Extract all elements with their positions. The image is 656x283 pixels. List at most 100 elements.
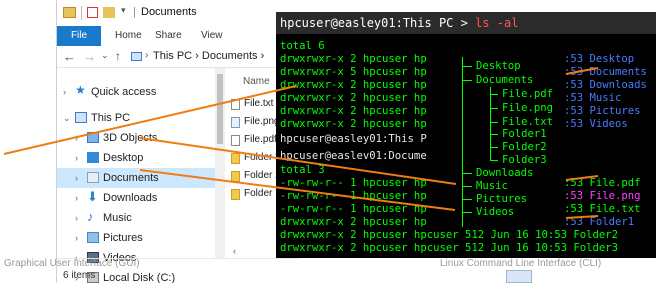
tree-connector: [490, 160, 498, 161]
prompt: hpcuser@easley01:This PC >: [280, 16, 468, 30]
tree-trunk-line: [462, 57, 463, 227]
star-icon: ★: [75, 83, 86, 97]
chevron-right-icon[interactable]: ›: [63, 82, 66, 102]
documents-icon: [87, 172, 99, 183]
nav-3d-objects[interactable]: › 3D Objects: [57, 128, 217, 148]
nav-label: Pictures: [103, 232, 143, 244]
total-line: total 6: [280, 40, 325, 52]
navigation-scrollbar[interactable]: [215, 68, 225, 258]
ls-name-downloads: :53 Downloads: [564, 79, 647, 91]
nav-quick-access[interactable]: › ★ Quick access: [57, 82, 217, 102]
cube-icon: [87, 132, 99, 143]
nav-label: Music: [103, 212, 132, 224]
nav-desktop[interactable]: › Desktop: [57, 148, 217, 168]
chevron-right-icon[interactable]: ›: [75, 128, 78, 148]
ls-row: drwxrwxr-x 5 hpcuser hp: [280, 66, 427, 78]
ls-name-desktop: :53 Desktop: [564, 53, 635, 65]
qat-dropdown-icon[interactable]: ▾: [121, 5, 126, 16]
tree-folder3: Folder3: [500, 154, 549, 167]
ls-name-file-png: :53 File.png: [564, 190, 641, 202]
chevron-right-icon[interactable]: ›: [75, 148, 78, 168]
nav-this-pc[interactable]: ⌄ This PC: [57, 108, 217, 128]
terminal-window: hpcuser@easley01:This PC > ls -al total …: [276, 12, 656, 258]
command: ls -al: [467, 16, 519, 30]
breadcrumb-chevron-icon: ›: [145, 50, 149, 61]
prompt-line: hpcuser@easlev01:Docume: [280, 150, 427, 162]
nav-label: Documents: [103, 172, 159, 184]
pictures-icon: [87, 232, 99, 243]
file-label: File.pdf: [244, 134, 277, 145]
tree-connector: [462, 173, 472, 174]
ls-row: drwxrwxr-x 2 hpcuser hp: [280, 53, 427, 65]
chevron-down-icon[interactable]: ⌄: [63, 108, 71, 128]
item-count: 6 items: [63, 270, 96, 281]
folder-app-icon: [63, 7, 76, 18]
recent-dropdown-icon[interactable]: ⌄: [101, 50, 109, 61]
nav-label: Downloads: [103, 192, 158, 204]
up-arrow-icon[interactable]: ↑: [115, 49, 121, 63]
tree-desktop: Desktop: [474, 60, 523, 73]
nav-documents[interactable]: › Documents: [57, 168, 217, 188]
text-file-icon: [231, 99, 240, 110]
tab-file[interactable]: File: [57, 26, 101, 46]
tree-pictures: Pictures: [474, 193, 530, 206]
scrollbar-thumb[interactable]: [217, 74, 223, 144]
tree-file-png: File.png: [500, 102, 556, 115]
tree-folder1: Folder1: [500, 128, 549, 141]
forward-arrow-icon[interactable]: →: [83, 49, 96, 64]
ls-row: drwxrwxr-x 2 hpcuser hp: [280, 216, 427, 228]
taskbar-thumbnail-icon: [506, 270, 532, 283]
nav-label: This PC: [91, 112, 131, 124]
terminal-prompt-line: hpcuser@easley01:This PC > ls -al: [276, 12, 656, 34]
pc-icon: [75, 112, 87, 123]
tree-connector: [462, 186, 472, 187]
column-header-name[interactable]: Name: [243, 76, 270, 87]
ls-name-pictures: :53 Pictures: [564, 105, 641, 117]
chevron-right-icon[interactable]: ›: [75, 168, 78, 188]
file-explorer-window: ▾ | Documents File Home Share View ← → ⌄…: [56, 0, 300, 283]
tab-share[interactable]: Share: [155, 26, 182, 46]
ls-row: drwxrwxr-x 2 hpcuser hp: [280, 105, 427, 117]
cli-caption: Linux Command Line Interface (CLI): [440, 258, 602, 269]
scroll-left-icon[interactable]: ‹: [233, 246, 236, 256]
tab-home[interactable]: Home: [115, 26, 142, 46]
address-bar-row: ← → ⌄ ↑ › This PC › Documents ›: [57, 46, 300, 68]
chevron-right-icon[interactable]: ›: [75, 188, 78, 208]
chevron-right-icon[interactable]: ›: [75, 208, 78, 228]
tree-connector: [462, 212, 472, 213]
ls-row: drwxrwxr-x 2 hpcuser hp: [280, 118, 427, 130]
window-title: Documents: [141, 6, 197, 18]
ls-row: drwxrwxr-x 2 hpcuser hp: [280, 92, 427, 104]
quick-access-toolbar-separator: [81, 6, 82, 20]
title-separator: |: [133, 6, 136, 18]
total-line: total 3: [280, 164, 325, 176]
back-arrow-icon[interactable]: ←: [63, 49, 76, 64]
nav-pictures[interactable]: › Pictures: [57, 228, 217, 248]
breadcrumb[interactable]: This PC › Documents ›: [153, 50, 264, 62]
tree-folder2: Folder2: [500, 141, 549, 154]
qat-folder-icon[interactable]: [103, 7, 115, 18]
checkbox-icon[interactable]: [87, 7, 98, 18]
ls-name-videos: :53 Videos: [564, 118, 628, 130]
ls-name-file-pdf: :53 File.pdf: [564, 177, 641, 189]
ls-row: drwxrwxr-x 2 hpcuser hp: [280, 79, 427, 91]
chevron-right-icon[interactable]: ›: [75, 228, 78, 248]
download-arrow-icon: ⬇: [87, 189, 98, 204]
music-note-icon: ♪: [87, 209, 94, 224]
gui-vs-cli-diagram: ▾ | Documents File Home Share View ← → ⌄…: [0, 0, 656, 283]
image-file-icon: [231, 117, 240, 128]
nav-downloads[interactable]: › ⬇ Downloads: [57, 188, 217, 208]
tree-connector: [490, 147, 498, 148]
tab-view[interactable]: View: [201, 26, 223, 46]
pdf-file-icon: [231, 135, 240, 146]
tree-videos: Videos: [474, 206, 517, 219]
tree-connector: [462, 199, 472, 200]
folder-icon: [231, 171, 240, 182]
file-label: File.png: [244, 116, 280, 127]
nav-music[interactable]: › ♪ Music: [57, 208, 217, 228]
explorer-titlebar: ▾ | Documents: [57, 0, 300, 26]
tree-connector: [462, 80, 472, 81]
gui-caption: Graphical User Interface (GUI): [4, 258, 140, 269]
tree-documents: Documents: [474, 74, 536, 87]
folder-icon: [231, 189, 240, 200]
